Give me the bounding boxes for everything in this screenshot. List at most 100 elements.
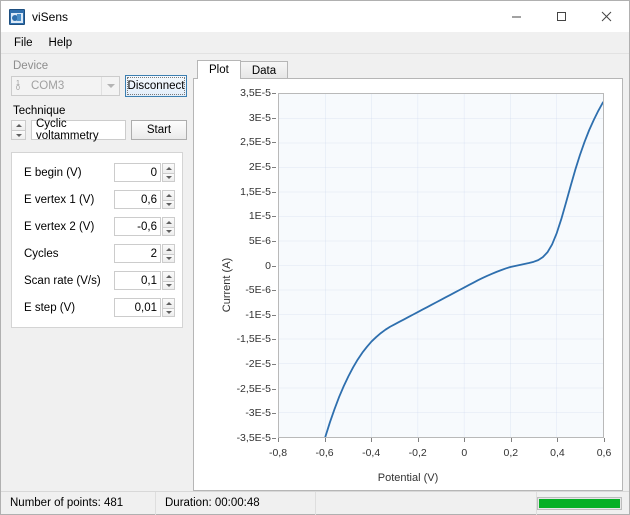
y-tick-label: 2E-5 xyxy=(248,160,271,173)
y-tick-label: 5E-6 xyxy=(248,234,271,247)
parameter-label: E vertex 1 (V) xyxy=(24,193,95,206)
x-tick-mark xyxy=(417,438,419,442)
y-tick-mark xyxy=(272,240,276,242)
status-bar: Number of points: 481 Duration: 00:00:48 xyxy=(1,491,629,515)
x-tick-label: 0,6 xyxy=(596,447,612,459)
x-tick-label: -0,8 xyxy=(268,447,288,459)
parameter-stepper-scan-rate[interactable] xyxy=(162,271,175,290)
menu-help[interactable]: Help xyxy=(41,34,81,52)
status-duration: Duration: 00:00:48 xyxy=(156,491,316,515)
stepper-down[interactable] xyxy=(162,226,175,236)
parameter-stepper-e-begin[interactable] xyxy=(162,163,175,182)
parameter-stepper-e-step[interactable] xyxy=(162,298,175,317)
y-tick-mark xyxy=(272,191,276,193)
stepper-up[interactable] xyxy=(162,217,175,227)
y-tick-mark xyxy=(272,290,276,292)
start-button[interactable]: Start xyxy=(131,120,187,140)
y-tick-label: 2,5E-5 xyxy=(240,136,271,149)
stepper-down[interactable] xyxy=(162,172,175,182)
y-tick-label: -1,5E-5 xyxy=(236,333,271,346)
parameter-stepper-e-vertex-2[interactable] xyxy=(162,217,175,236)
plot-area xyxy=(278,93,604,438)
y-tick-mark xyxy=(272,314,276,316)
tab-data[interactable]: Data xyxy=(239,61,289,79)
parameter-input-e-vertex-1[interactable]: 0,6 xyxy=(114,190,161,209)
minimize-button[interactable] xyxy=(494,1,539,32)
parameter-input-cycles[interactable]: 2 xyxy=(114,244,161,263)
y-tick-mark xyxy=(272,117,276,119)
y-tick-mark xyxy=(272,93,276,94)
parameter-row-scan-rate: Scan rate (V/s) 0,1 xyxy=(12,267,182,294)
y-tick-mark xyxy=(272,142,276,144)
x-axis-title: Potential (V) xyxy=(377,472,439,484)
technique-stepper[interactable] xyxy=(11,120,26,140)
y-tick-label: -1E-5 xyxy=(245,308,271,321)
parameter-stepper-e-vertex-1[interactable] xyxy=(162,190,175,209)
x-axis-tick-labels: -0,8 -0,6 -0,4 -0,2 0 0,2 0,4 0,6 xyxy=(269,438,611,464)
stepper-up[interactable] xyxy=(162,298,175,308)
stepper-down[interactable] xyxy=(162,199,175,209)
menu-file[interactable]: File xyxy=(6,34,41,52)
x-tick-mark xyxy=(464,438,466,442)
parameter-stepper-cycles[interactable] xyxy=(162,244,175,263)
window-controls xyxy=(494,1,629,32)
progress-bar xyxy=(537,496,622,510)
parameter-input-scan-rate[interactable]: 0,1 xyxy=(114,271,161,290)
y-tick-label: -3,5E-5 xyxy=(236,432,271,444)
title-bar: viSens xyxy=(1,1,629,32)
y-tick-label: -2,5E-5 xyxy=(236,382,271,395)
y-tick-label: 1,5E-5 xyxy=(240,185,271,198)
parameter-input-e-step[interactable]: 0,01 xyxy=(114,298,161,317)
tab-plot[interactable]: Plot xyxy=(197,60,241,79)
y-tick-label: -2E-5 xyxy=(245,358,271,371)
technique-stepper-up[interactable] xyxy=(11,120,26,130)
y-tick-label: 0 xyxy=(265,259,271,272)
stepper-up[interactable] xyxy=(162,271,175,281)
y-tick-mark xyxy=(272,364,276,366)
technique-stepper-down[interactable] xyxy=(11,130,26,140)
stepper-down[interactable] xyxy=(162,280,175,290)
serial-port-icon: 10 xyxy=(16,79,20,92)
control-panel: Device 10 COM3 Disconnect Technique Cycl… xyxy=(7,60,187,491)
chevron-down-icon xyxy=(101,77,119,95)
y-tick-label: -3E-5 xyxy=(245,407,271,420)
status-points: Number of points: 481 xyxy=(1,491,156,515)
parameter-row-cycles: Cycles 2 xyxy=(12,240,182,267)
parameter-row-e-vertex-2: E vertex 2 (V) -0,6 xyxy=(12,213,182,240)
stepper-up[interactable] xyxy=(162,244,175,254)
y-tick-mark xyxy=(272,216,276,218)
x-tick-label: -0,6 xyxy=(315,447,334,459)
device-port-value: COM3 xyxy=(31,80,65,92)
x-tick-label: 0,2 xyxy=(503,447,519,459)
device-port-select[interactable]: 10 COM3 xyxy=(11,76,120,96)
stepper-up[interactable] xyxy=(162,163,175,173)
y-tick-label: 1E-5 xyxy=(248,210,271,223)
x-tick-mark xyxy=(278,438,279,442)
y-tick-label: 3E-5 xyxy=(248,111,271,124)
plot-panel: Plot Data Current (A) Potential (V) 3,5E… xyxy=(193,60,623,491)
x-tick-mark xyxy=(371,438,373,442)
parameter-label: E step (V) xyxy=(24,301,76,314)
parameter-label: Cycles xyxy=(24,247,59,260)
x-tick-label: 0 xyxy=(461,447,468,459)
close-button[interactable] xyxy=(584,1,629,32)
disconnect-button[interactable]: Disconnect xyxy=(125,75,187,97)
x-tick-mark xyxy=(604,438,605,442)
y-tick-mark xyxy=(272,166,276,168)
app-window-icon xyxy=(9,8,25,25)
parameter-label: E vertex 2 (V) xyxy=(24,220,95,233)
x-tick-label: -0,2 xyxy=(408,447,427,459)
parameter-row-e-step: E step (V) 0,01 xyxy=(12,294,182,321)
y-tick-mark xyxy=(272,413,276,415)
stepper-down[interactable] xyxy=(162,307,175,317)
stepper-down[interactable] xyxy=(162,253,175,263)
stepper-up[interactable] xyxy=(162,190,175,200)
parameter-input-e-vertex-2[interactable]: -0,6 xyxy=(114,217,161,236)
parameter-input-e-begin[interactable]: 0 xyxy=(114,163,161,182)
x-tick-label: -0,4 xyxy=(362,447,381,459)
maximize-button[interactable] xyxy=(539,1,584,32)
y-tick-mark xyxy=(272,388,276,390)
plot-svg xyxy=(279,94,603,437)
technique-value-field[interactable]: Cyclic voltammetry xyxy=(31,118,126,142)
chart: Current (A) Potential (V) 3,5E-5 3E-5 2,5E… xyxy=(194,79,622,490)
